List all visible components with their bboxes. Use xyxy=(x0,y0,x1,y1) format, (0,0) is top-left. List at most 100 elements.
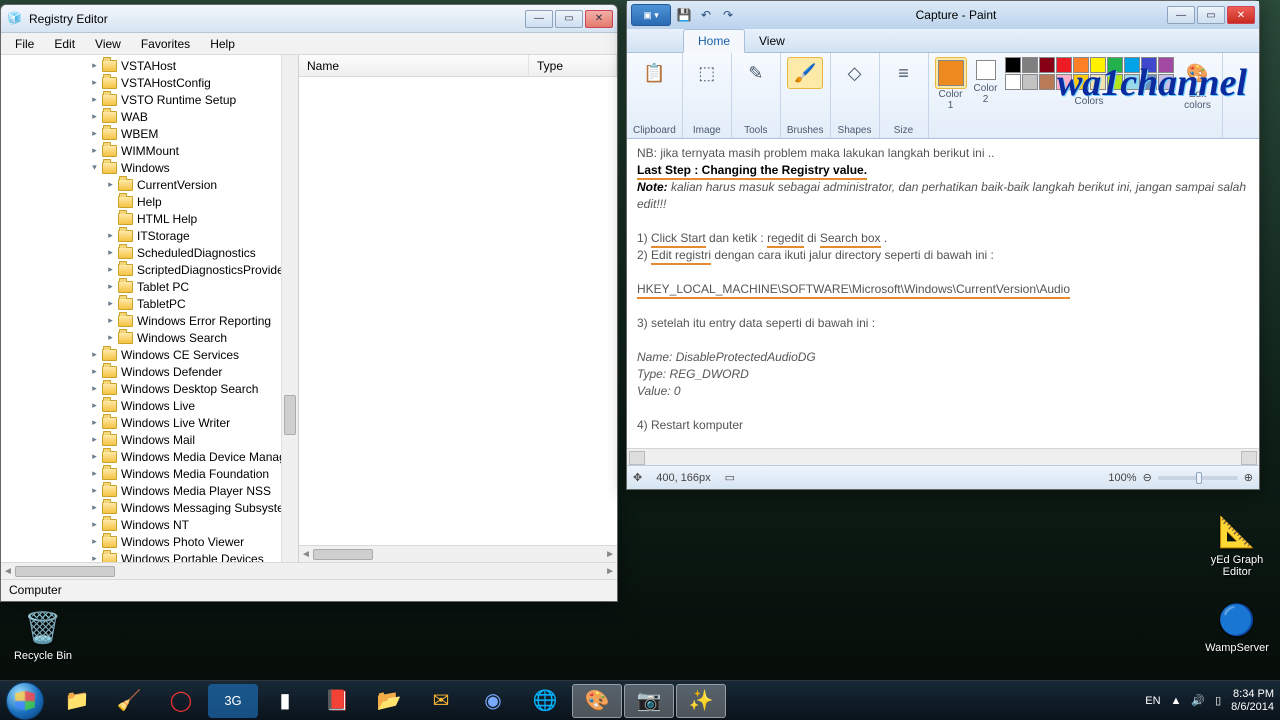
tree-item[interactable]: ▸Windows Live xyxy=(5,397,298,414)
collapse-icon[interactable]: ▾ xyxy=(89,162,100,173)
taskbar-opera-icon[interactable]: ◯ xyxy=(156,684,206,718)
taskbar-app-icon[interactable]: ✨ xyxy=(676,684,726,718)
clipboard-button[interactable]: 📋 xyxy=(636,57,672,89)
expand-icon[interactable]: ▸ xyxy=(105,264,116,275)
color-swatch[interactable] xyxy=(1107,57,1123,73)
size-button[interactable]: ≡ xyxy=(886,57,922,89)
tree-item[interactable]: ▸Windows Search xyxy=(5,329,298,346)
expand-icon[interactable]: ▸ xyxy=(89,400,100,411)
tree-item[interactable]: ▸Windows Media Foundation xyxy=(5,465,298,482)
expand-icon[interactable]: ▸ xyxy=(89,502,100,513)
color-swatch[interactable] xyxy=(1124,74,1140,90)
menu-view[interactable]: View xyxy=(85,34,131,54)
expand-icon[interactable]: ▸ xyxy=(89,128,100,139)
tray-battery-icon[interactable]: ▯ xyxy=(1215,694,1221,707)
tree-item[interactable]: ▸Windows Defender xyxy=(5,363,298,380)
tree-item[interactable]: ▸Windows Live Writer xyxy=(5,414,298,431)
canvas-area[interactable]: NB: jika ternyata masih problem maka lak… xyxy=(627,139,1259,448)
minimize-button[interactable]: — xyxy=(1167,6,1195,24)
tree-item[interactable]: HTML Help xyxy=(5,210,298,227)
zoom-out-button[interactable]: ⊖ xyxy=(1143,471,1152,484)
color2-button[interactable] xyxy=(973,57,999,83)
expand-icon[interactable]: ▸ xyxy=(89,451,100,462)
tree-item[interactable]: ▸VSTAHostConfig xyxy=(5,74,298,91)
desktop-icon-recycle-bin[interactable]: 🗑️ Recycle Bin xyxy=(6,608,80,662)
taskbar-paint-icon[interactable]: 🎨 xyxy=(572,684,622,718)
menu-file[interactable]: File xyxy=(5,34,44,54)
expand-icon[interactable]: ▸ xyxy=(105,281,116,292)
taskbar-explorer-icon[interactable]: 📁 xyxy=(52,684,102,718)
tree-pane[interactable]: ▸VSTAHost▸VSTAHostConfig▸VSTO Runtime Se… xyxy=(1,55,299,562)
tab-view[interactable]: View xyxy=(745,30,799,52)
tree-item[interactable]: ▸CurrentVersion xyxy=(5,176,298,193)
tree-item[interactable]: ▸Windows Photo Viewer xyxy=(5,533,298,550)
tree-item[interactable]: ▸TabletPC xyxy=(5,295,298,312)
edit-colors-button[interactable]: 🎨 xyxy=(1180,57,1216,89)
brushes-button[interactable]: 🖌️ xyxy=(787,57,823,89)
tree-item[interactable]: ▸VSTAHost xyxy=(5,57,298,74)
close-button[interactable]: ✕ xyxy=(585,10,613,28)
color-swatch[interactable] xyxy=(1124,57,1140,73)
tree-item[interactable]: ▸Windows Portable Devices xyxy=(5,550,298,562)
color-swatch[interactable] xyxy=(1090,74,1106,90)
expand-icon[interactable]: ▸ xyxy=(89,366,100,377)
color-swatch[interactable] xyxy=(1056,57,1072,73)
tree-item[interactable]: ▸Windows Error Reporting xyxy=(5,312,298,329)
color-swatch[interactable] xyxy=(1158,74,1174,90)
tree-item[interactable]: ▸Windows NT xyxy=(5,516,298,533)
tree-item[interactable]: ▸ITStorage xyxy=(5,227,298,244)
maximize-button[interactable]: ▭ xyxy=(555,10,583,28)
taskbar-app-icon[interactable]: 📂 xyxy=(364,684,414,718)
expand-icon[interactable]: ▸ xyxy=(89,417,100,428)
tree-item[interactable]: ▸Windows Media Player NSS xyxy=(5,482,298,499)
tree-item[interactable]: ▸ScriptedDiagnosticsProvider xyxy=(5,261,298,278)
expand-icon[interactable]: ▸ xyxy=(89,60,100,71)
expand-icon[interactable]: ▸ xyxy=(89,434,100,445)
menu-help[interactable]: Help xyxy=(200,34,245,54)
tree-item[interactable]: ▸WBEM xyxy=(5,125,298,142)
color-swatch[interactable] xyxy=(1039,74,1055,90)
color-swatch[interactable] xyxy=(1005,74,1021,90)
qat-save-icon[interactable]: 💾 xyxy=(675,6,693,24)
image-select-button[interactable]: ⬚ xyxy=(689,57,725,89)
expand-icon[interactable]: ▸ xyxy=(89,145,100,156)
expand-icon[interactable]: ▸ xyxy=(105,315,116,326)
expand-icon[interactable]: ▸ xyxy=(89,553,100,562)
clock[interactable]: 8:34 PM 8/6/2014 xyxy=(1231,688,1274,714)
expand-icon[interactable]: ▸ xyxy=(89,94,100,105)
expand-icon[interactable]: ▸ xyxy=(89,485,100,496)
expand-icon[interactable]: ▸ xyxy=(105,179,116,190)
expand-icon[interactable]: ▸ xyxy=(105,230,116,241)
taskbar-ccleaner-icon[interactable]: 🧹 xyxy=(104,684,154,718)
color-swatch[interactable] xyxy=(1158,57,1174,73)
desktop-icon-yed[interactable]: 📐 yEd Graph Editor xyxy=(1200,512,1274,578)
titlebar[interactable]: ▣ ▾ 💾 ↶ ↷ Capture - Paint — ▭ ✕ xyxy=(627,1,1259,29)
paint-app-menu-button[interactable]: ▣ ▾ xyxy=(631,4,671,26)
vertical-scrollbar[interactable] xyxy=(281,55,298,562)
taskbar-bittorrent-icon[interactable]: ◉ xyxy=(468,684,518,718)
color1-button[interactable] xyxy=(935,57,967,89)
desktop-icon-wamp[interactable]: 🔵 WampServer xyxy=(1200,600,1274,654)
tree-horizontal-scrollbar[interactable]: ◄► xyxy=(1,562,617,579)
maximize-button[interactable]: ▭ xyxy=(1197,6,1225,24)
expand-icon[interactable]: ▸ xyxy=(89,468,100,479)
column-name[interactable]: Name xyxy=(299,55,529,76)
close-button[interactable]: ✕ xyxy=(1227,6,1255,24)
zoom-in-button[interactable]: ⊕ xyxy=(1244,471,1253,484)
tray-network-icon[interactable]: 🔊 xyxy=(1191,694,1205,707)
taskbar-app-icon[interactable]: 📷 xyxy=(624,684,674,718)
start-button[interactable] xyxy=(6,682,44,720)
taskbar-app-icon[interactable]: 📕 xyxy=(312,684,362,718)
color-swatch[interactable] xyxy=(1005,57,1021,73)
color-swatch[interactable] xyxy=(1090,57,1106,73)
tree-item[interactable]: ▸WIMMount xyxy=(5,142,298,159)
taskbar-outlook-icon[interactable]: ✉ xyxy=(416,684,466,718)
expand-icon[interactable]: ▸ xyxy=(89,536,100,547)
horizontal-scrollbar[interactable] xyxy=(627,448,1259,465)
system-tray[interactable]: EN ▲ 🔊 ▯ 8:34 PM 8/6/2014 xyxy=(1145,688,1274,714)
color-swatch[interactable] xyxy=(1141,74,1157,90)
tree-item[interactable]: ▸Windows Media Device Manager xyxy=(5,448,298,465)
taskbar-chrome-icon[interactable]: 🌐 xyxy=(520,684,570,718)
horizontal-scrollbar[interactable]: ◄► xyxy=(299,545,617,562)
tree-item[interactable]: ▸Windows Mail xyxy=(5,431,298,448)
